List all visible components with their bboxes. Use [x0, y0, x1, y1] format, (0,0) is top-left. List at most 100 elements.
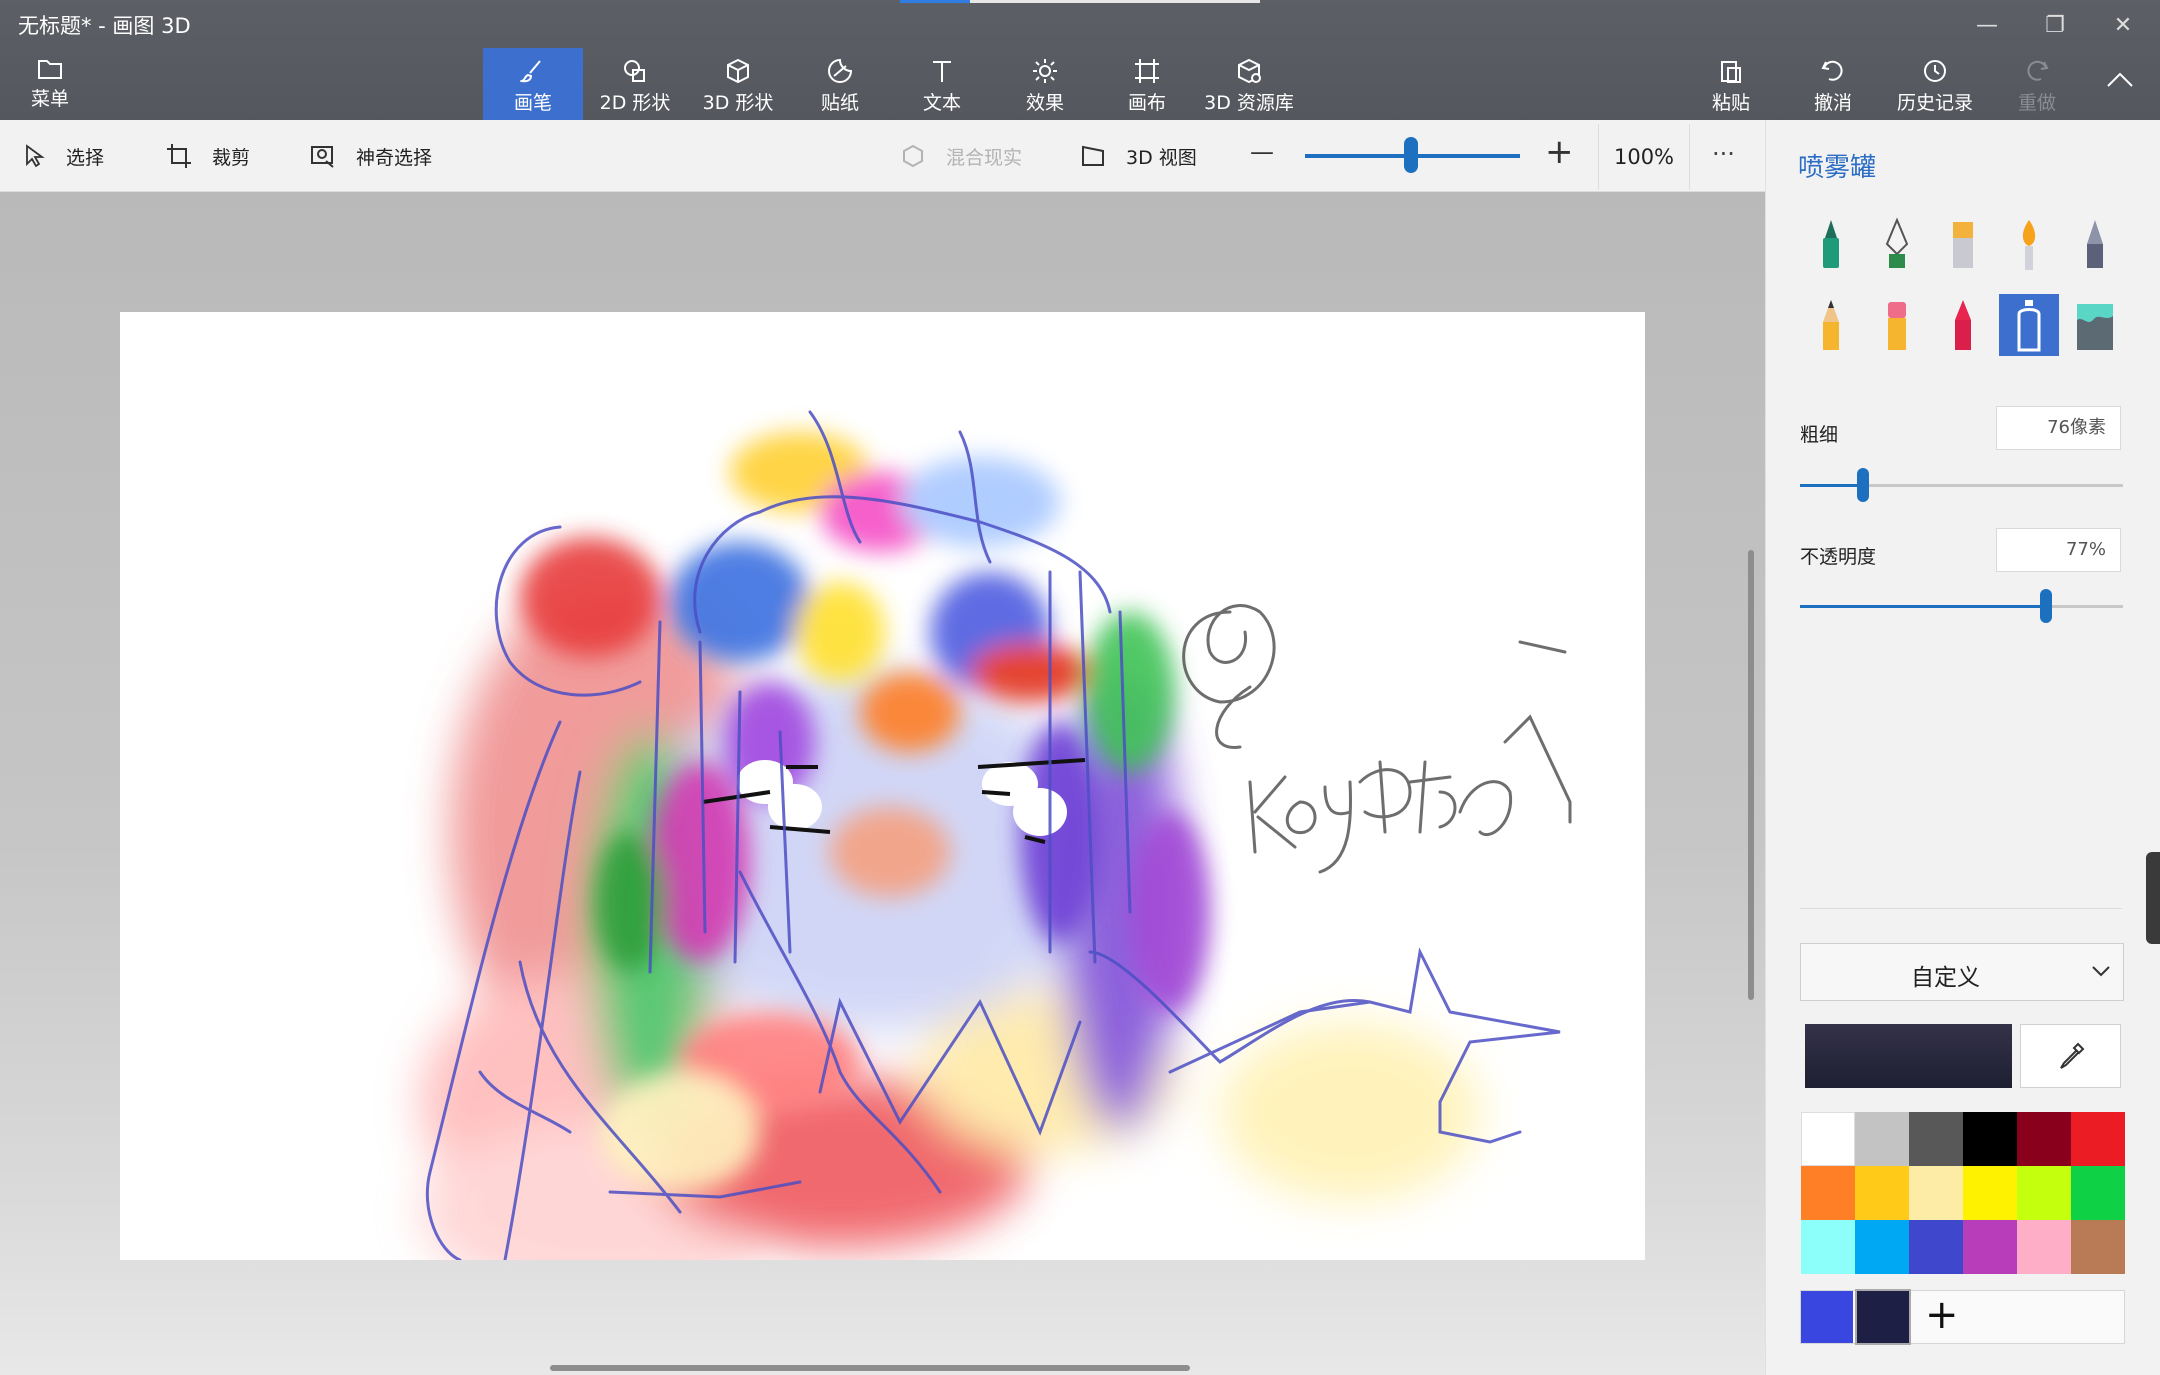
crop-icon: [167, 144, 191, 168]
palette-swatch[interactable]: [1855, 1166, 1909, 1220]
palette-swatch[interactable]: [2017, 1166, 2071, 1220]
brush-watercolor[interactable]: [1999, 214, 2059, 276]
zoom-out-button[interactable]: —: [1250, 138, 1274, 166]
brush-marker[interactable]: [1801, 214, 1861, 276]
palette-swatch[interactable]: [2017, 1112, 2071, 1166]
tab-label: 效果: [1025, 92, 1064, 114]
crop-tool[interactable]: 裁剪: [166, 120, 250, 192]
tab-effects[interactable]: 效果: [995, 48, 1095, 120]
tab-2d-shapes[interactable]: 2D 形状: [585, 48, 685, 120]
history-icon: [1924, 60, 1946, 82]
color-mode-dropdown[interactable]: 自定义: [1800, 943, 2124, 1001]
tab-label: 贴纸: [820, 92, 859, 114]
3d-view-button[interactable]: 3D 视图: [1080, 120, 1197, 192]
redo-label: 重做: [2017, 92, 2056, 114]
canvas-icon: [1135, 59, 1159, 83]
panel-divider: [1800, 908, 2122, 909]
color-palette: [1801, 1112, 2125, 1274]
text-icon: [933, 61, 951, 82]
tab-label: 2D 形状: [599, 92, 671, 114]
palette-swatch[interactable]: [2071, 1112, 2125, 1166]
magic-select-tool[interactable]: 神奇选择: [310, 120, 432, 192]
redo-button[interactable]: 重做: [1987, 48, 2087, 120]
restore-button[interactable]: ❐: [2025, 8, 2085, 44]
fill-icon: [2077, 304, 2113, 350]
paste-button[interactable]: 粘贴: [1681, 48, 1781, 120]
brush-pixel-pen[interactable]: [2065, 214, 2125, 276]
redo-icon: [2027, 60, 2049, 81]
eyedropper-button[interactable]: [2020, 1024, 2121, 1088]
opacity-slider-thumb[interactable]: [2040, 589, 2052, 623]
palette-swatch[interactable]: [2017, 1220, 2071, 1274]
magic-select-icon: [311, 146, 334, 168]
zoom-slider-thumb[interactable]: [1404, 137, 1418, 173]
recent-color-swatch[interactable]: [1801, 1291, 1853, 1343]
tab-3d-library[interactable]: 3D 资源库: [1199, 48, 1299, 120]
collapse-ribbon-button[interactable]: [2105, 70, 2139, 100]
pencil-icon: [1823, 300, 1839, 350]
mixed-reality-button[interactable]: 混合现实: [900, 120, 1022, 192]
brush-oil[interactable]: [1933, 214, 1993, 276]
brush-crayon[interactable]: [1933, 294, 1993, 356]
vertical-scrollbar[interactable]: [1748, 550, 1754, 1000]
undo-label: 撤消: [1813, 92, 1852, 114]
menu-button[interactable]: 菜单: [0, 48, 100, 120]
tab-3d-shapes[interactable]: 3D 形状: [688, 48, 788, 120]
stickers-icon: [828, 58, 853, 83]
current-color-swatch[interactable]: [1805, 1024, 2012, 1088]
cursor-icon: [26, 144, 45, 168]
palette-swatch[interactable]: [1855, 1220, 1909, 1274]
drawing-artwork: [420, 410, 1572, 1260]
palette-swatch[interactable]: [2071, 1166, 2125, 1220]
thickness-slider-thumb[interactable]: [1857, 468, 1869, 502]
palette-swatch[interactable]: [1801, 1166, 1855, 1220]
brush-spray-can[interactable]: [1999, 294, 2059, 356]
palette-swatch[interactable]: [1801, 1220, 1855, 1274]
close-button[interactable]: ✕: [2093, 8, 2153, 44]
tab-label: 文本: [922, 92, 961, 114]
palette-swatch[interactable]: [1963, 1166, 2017, 1220]
horizontal-scrollbar[interactable]: [550, 1365, 1190, 1371]
3d-view-icon: [1082, 145, 1104, 166]
add-color-button[interactable]: +: [1925, 1293, 1959, 1337]
undo-button[interactable]: 撤消: [1783, 48, 1883, 120]
panel-title: 喷雾罐: [1798, 153, 1877, 183]
brush-fill[interactable]: [2065, 294, 2125, 356]
recent-color-swatch[interactable]: [1855, 1289, 1911, 1345]
palette-swatch[interactable]: [1909, 1220, 1963, 1274]
2d-shapes-icon: [624, 60, 645, 82]
crop-label: 裁剪: [212, 146, 251, 169]
select-tool[interactable]: 选择: [24, 120, 104, 192]
palette-swatch[interactable]: [1855, 1112, 1909, 1166]
minimize-button[interactable]: —: [1957, 8, 2017, 44]
history-button[interactable]: 历史记录: [1885, 48, 1985, 120]
zoom-in-button[interactable]: +: [1545, 132, 1574, 172]
palette-swatch[interactable]: [1963, 1220, 2017, 1274]
palette-swatch[interactable]: [1909, 1166, 1963, 1220]
calligraphy-pen-icon: [1885, 217, 1909, 268]
tab-label: 画笔: [513, 92, 552, 114]
color-mode-label: 自定义: [1911, 965, 1980, 991]
tab-canvas[interactable]: 画布: [1097, 48, 1197, 120]
opacity-input[interactable]: 77%: [1996, 528, 2121, 572]
brush-calligraphy-pen[interactable]: [1867, 214, 1927, 276]
oil-brush-icon: [1953, 222, 1973, 268]
palette-swatch[interactable]: [1801, 1112, 1855, 1166]
thickness-input[interactable]: 76像素: [1996, 406, 2121, 450]
opacity-slider-fill: [1800, 605, 2045, 608]
drawing-canvas[interactable]: [120, 312, 1645, 1260]
palette-swatch[interactable]: [1963, 1112, 2017, 1166]
zoom-level[interactable]: 100%: [1598, 124, 1690, 190]
palette-swatch[interactable]: [1909, 1112, 1963, 1166]
tab-text[interactable]: 文本: [892, 48, 992, 120]
brush-pencil[interactable]: [1801, 294, 1861, 356]
tab-stickers[interactable]: 贴纸: [790, 48, 890, 120]
tab-brushes[interactable]: 画笔: [483, 48, 583, 120]
side-handle[interactable]: [2146, 852, 2160, 944]
palette-swatch[interactable]: [2071, 1220, 2125, 1274]
more-options-button[interactable]: ···: [1712, 140, 1735, 168]
tab-label: 3D 资源库: [1204, 92, 1294, 114]
brush-eraser[interactable]: [1867, 294, 1927, 356]
thickness-slider-fill: [1800, 484, 1863, 487]
folder-icon: [38, 60, 62, 79]
